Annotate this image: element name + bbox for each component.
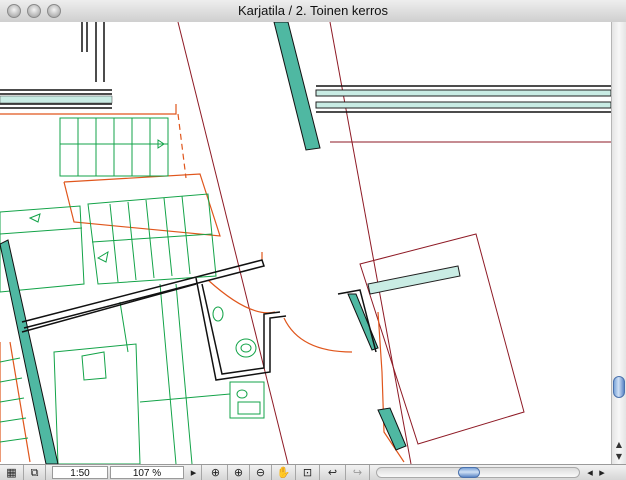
- horizontal-scrollbar[interactable]: [376, 465, 580, 480]
- app-window: Karjatila / 2. Toinen kerros ▲ ▼ ▦ ⧉ 1:5…: [0, 0, 626, 480]
- zoom-out-icon[interactable]: ⊖: [250, 465, 272, 480]
- status-bar: ▦ ⧉ 1:50 107 % ▸ ⊕ ⊕ ⊖ ✋ ⊡ ↩ ↪ ◂ ▸: [0, 464, 626, 480]
- top-left-walls: [0, 22, 112, 109]
- layout-book-icon[interactable]: ▦: [0, 465, 24, 480]
- view-window-icon[interactable]: ⧉: [24, 465, 46, 480]
- scroll-up-arrow[interactable]: ▲: [614, 440, 624, 450]
- wall-hatch: [0, 95, 113, 104]
- bathroom-walls: [21, 85, 611, 381]
- zoom-field[interactable]: 107 %: [110, 466, 184, 479]
- vertical-scroll-thumb[interactable]: [613, 376, 625, 398]
- zoom-in-icon[interactable]: ⊕: [228, 465, 250, 480]
- wall-cavities: [315, 89, 611, 295]
- next-zoom-icon[interactable]: ↪: [346, 465, 370, 480]
- hand-pan-icon[interactable]: ✋: [272, 465, 296, 480]
- scale-field[interactable]: 1:50: [52, 466, 108, 479]
- previous-zoom-icon[interactable]: ↩: [320, 465, 346, 480]
- zoom-area-icon[interactable]: ⊕: [204, 465, 228, 480]
- vertical-scrollbar[interactable]: ▲ ▼: [611, 22, 626, 464]
- floor-plan-canvas[interactable]: [0, 22, 611, 464]
- scroll-left-arrow[interactable]: ◂: [584, 465, 596, 480]
- title-bar[interactable]: Karjatila / 2. Toinen kerros: [0, 0, 626, 23]
- floor-plan-drawing[interactable]: [0, 22, 611, 464]
- horizontal-scroll-thumb[interactable]: [458, 467, 480, 478]
- walls: [0, 22, 407, 464]
- scroll-down-arrow[interactable]: ▼: [614, 452, 624, 462]
- triangle-right-icon[interactable]: ▸: [186, 465, 202, 480]
- fit-window-icon[interactable]: ⊡: [296, 465, 320, 480]
- scroll-right-arrow[interactable]: ▸: [596, 465, 608, 480]
- window-title: Karjatila / 2. Toinen kerros: [237, 3, 389, 18]
